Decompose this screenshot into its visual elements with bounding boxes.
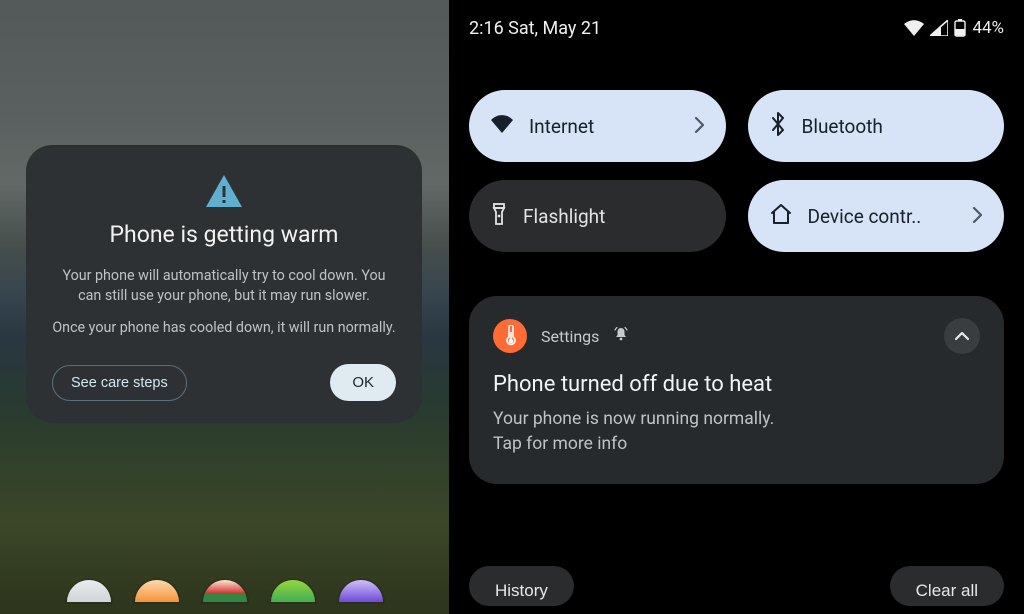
- clear-all-button[interactable]: Clear all: [890, 566, 1004, 606]
- tile-bluetooth[interactable]: Bluetooth: [748, 90, 1005, 162]
- clock-date: 2:16 Sat, May 21: [469, 18, 601, 39]
- alerting-icon: [613, 326, 629, 346]
- tile-label: Bluetooth: [802, 115, 983, 138]
- signal-icon: [930, 20, 948, 36]
- tile-label: Device contr..: [808, 205, 957, 228]
- wifi-icon: [491, 115, 513, 138]
- quick-settings-tiles: Internet Bluetooth: [469, 90, 1004, 252]
- tile-internet[interactable]: Internet: [469, 90, 726, 162]
- thermal-warning-dialog: Phone is getting warm Your phone will au…: [26, 145, 422, 423]
- heat-notification[interactable]: Settings Phone turned off due to heat Yo…: [469, 296, 1004, 484]
- notification-app-name: Settings: [541, 327, 599, 346]
- flashlight-icon: [491, 202, 507, 231]
- notification-shade: 2:16 Sat, May 21: [449, 0, 1024, 614]
- dock-app-icons-partial: [0, 580, 449, 614]
- home-icon: [770, 204, 792, 229]
- battery-icon: [954, 19, 966, 37]
- see-care-steps-button[interactable]: See care steps: [52, 365, 187, 401]
- tile-label: Flashlight: [523, 205, 704, 228]
- thermometer-icon: [493, 319, 527, 353]
- dialog-paragraph-1: Your phone will automatically try to coo…: [52, 266, 396, 306]
- tile-flashlight[interactable]: Flashlight: [469, 180, 726, 252]
- wallpaper-screen: Phone is getting warm Your phone will au…: [0, 0, 449, 614]
- chevron-right-icon: [694, 115, 704, 138]
- tile-device-controls[interactable]: Device contr..: [748, 180, 1005, 252]
- notification-body-line: Tap for more info: [493, 432, 980, 457]
- wifi-icon: [904, 20, 924, 36]
- bluetooth-icon: [770, 112, 786, 141]
- warning-icon: [52, 175, 396, 207]
- dialog-title: Phone is getting warm: [52, 221, 396, 248]
- chevron-right-icon: [972, 205, 982, 228]
- battery-percent: 44%: [972, 18, 1004, 38]
- tile-label: Internet: [529, 115, 678, 138]
- ok-button[interactable]: OK: [330, 364, 396, 401]
- chevron-up-icon: [954, 331, 970, 341]
- status-bar: 2:16 Sat, May 21: [469, 0, 1004, 56]
- collapse-button[interactable]: [944, 318, 980, 354]
- history-button[interactable]: History: [469, 566, 574, 606]
- dialog-paragraph-2: Once your phone has cooled down, it will…: [52, 318, 396, 338]
- notification-title: Phone turned off due to heat: [493, 372, 980, 397]
- notification-body-line: Your phone is now running normally.: [493, 407, 980, 432]
